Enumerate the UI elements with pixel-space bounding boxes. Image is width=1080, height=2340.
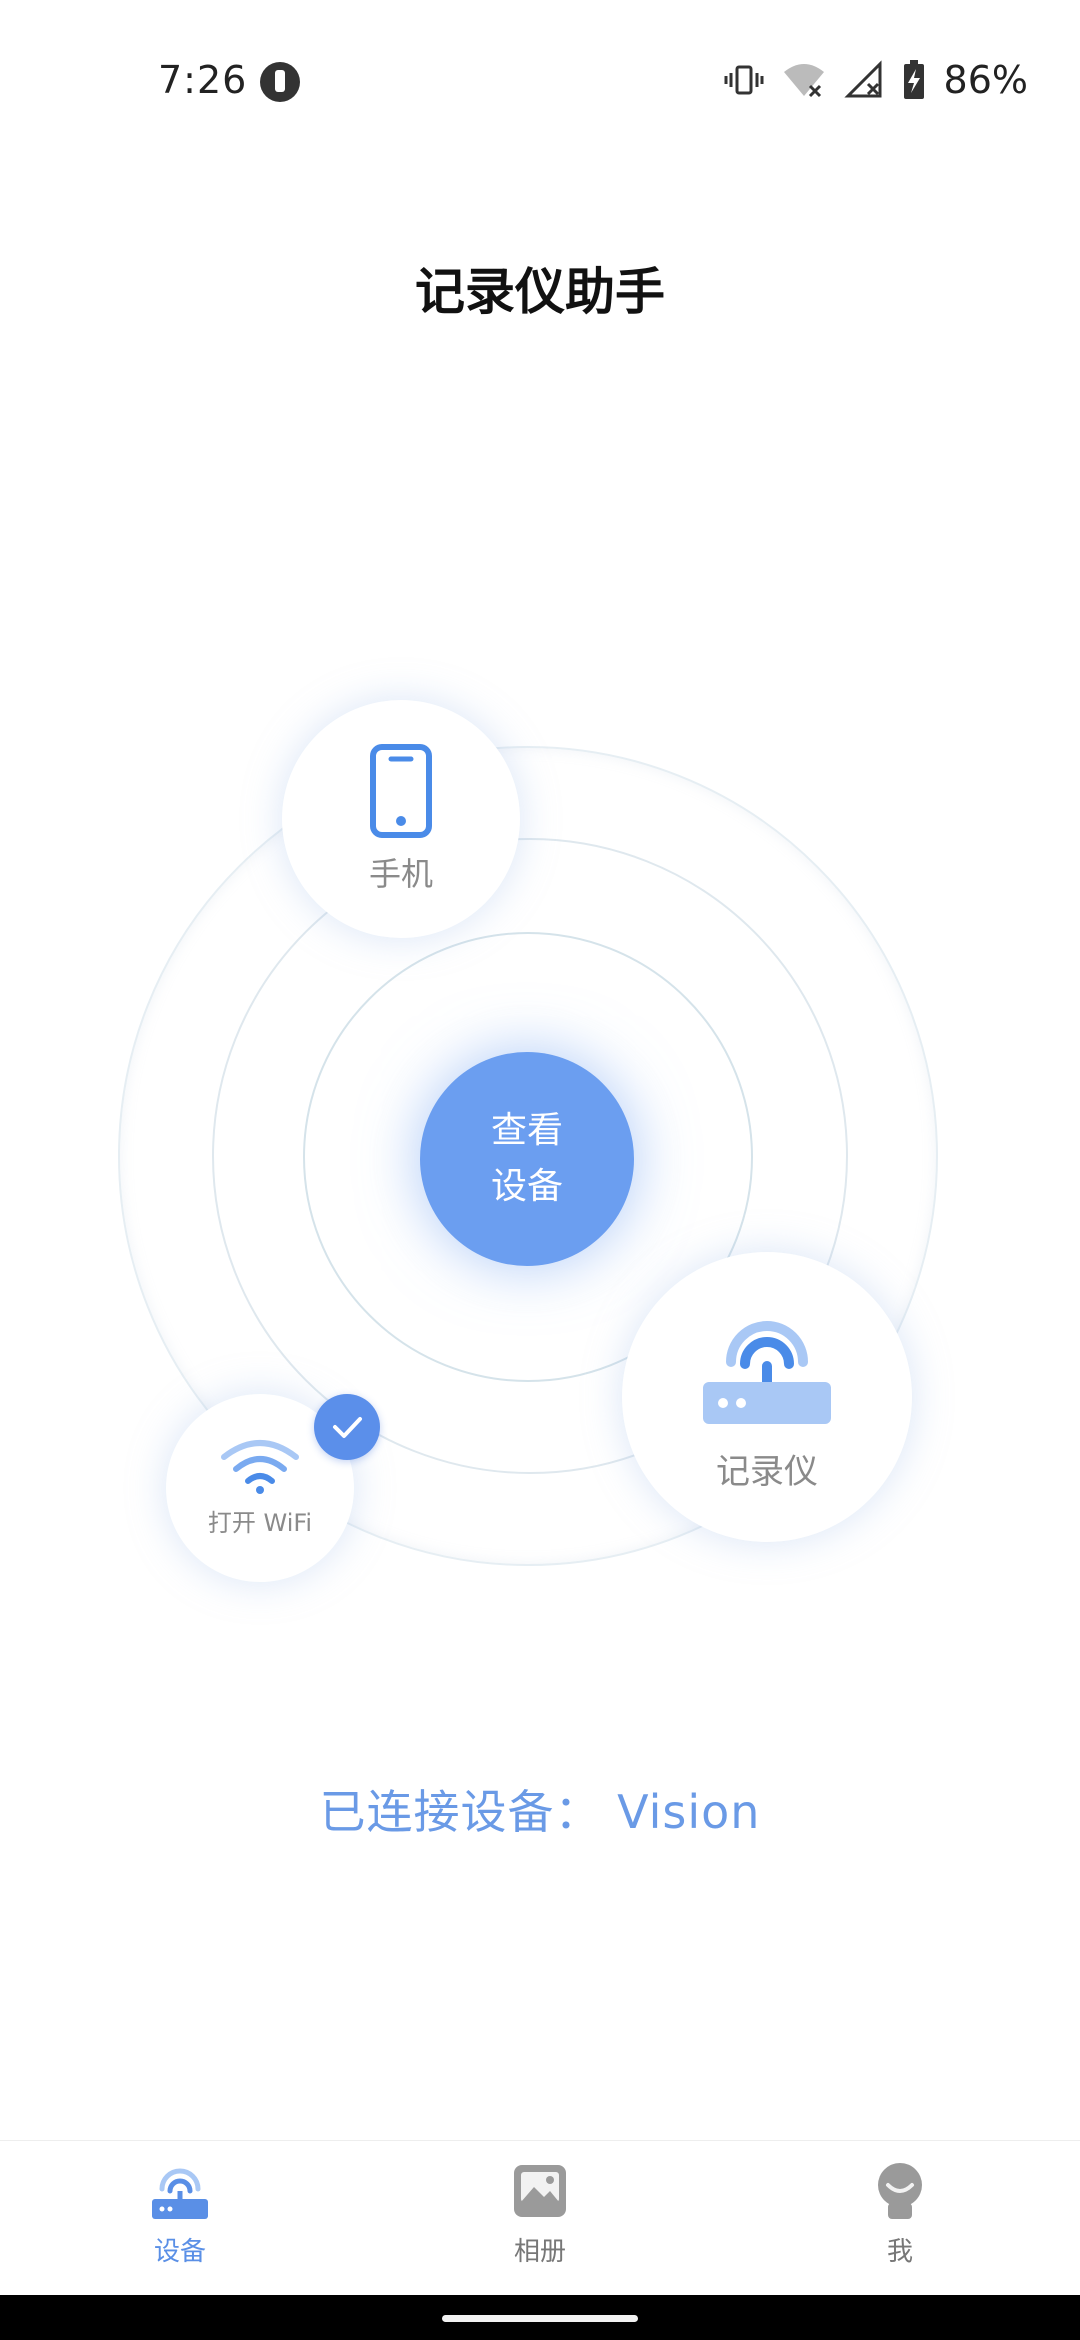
nav-item-album[interactable]: 相册 [360,2141,720,2296]
system-gesture-bar [0,2295,1080,2340]
wifi-off-icon [783,64,824,98]
view-device-button[interactable]: 查看 设备 [420,1052,634,1266]
view-device-label-line1: 查看 [490,1110,563,1151]
nav-label-me: 我 [886,2237,913,2267]
phone-node[interactable]: 手机 [282,700,520,938]
battery-percent: 86% [943,58,1028,102]
profile-icon [878,2163,922,2219]
status-icons: 86% [724,58,1028,102]
nav-label-device: 设备 [153,2237,206,2267]
signal-off-icon [843,60,882,98]
router-icon [152,2168,208,2219]
nav-item-device[interactable]: 设备 [0,2141,360,2296]
connected-device-status: 已连接设备： Vision [319,1785,761,1839]
wifi-node-label: 打开 WiFi [207,1508,313,1537]
wifi-icon [221,1439,299,1494]
vibrate-icon [724,65,764,95]
phone-node-label: 手机 [368,855,433,893]
bottom-nav: 设备 相册 我 [0,2140,1080,2296]
app-notification-icon [260,62,300,102]
battery-charging-icon [903,60,924,99]
view-device-label-line2: 设备 [490,1166,563,1207]
recorder-node[interactable]: 记录仪 [622,1252,912,1542]
page-title: 记录仪助手 [415,263,665,321]
recorder-node-label: 记录仪 [716,1451,818,1492]
gallery-icon [514,2165,566,2217]
home-gesture-handle[interactable] [442,2315,638,2322]
phone-icon [370,744,432,838]
status-time: 7:26 [158,58,248,102]
router-icon [703,1320,831,1424]
status-bar: 7:26 86% [0,0,1080,165]
wifi-connected-check-icon [314,1394,380,1460]
nav-item-me[interactable]: 我 [720,2141,1080,2296]
nav-label-album: 相册 [513,2237,566,2267]
device-radar: 查看 设备 手机 记录仪 打开 WiFi [0,680,1080,1600]
